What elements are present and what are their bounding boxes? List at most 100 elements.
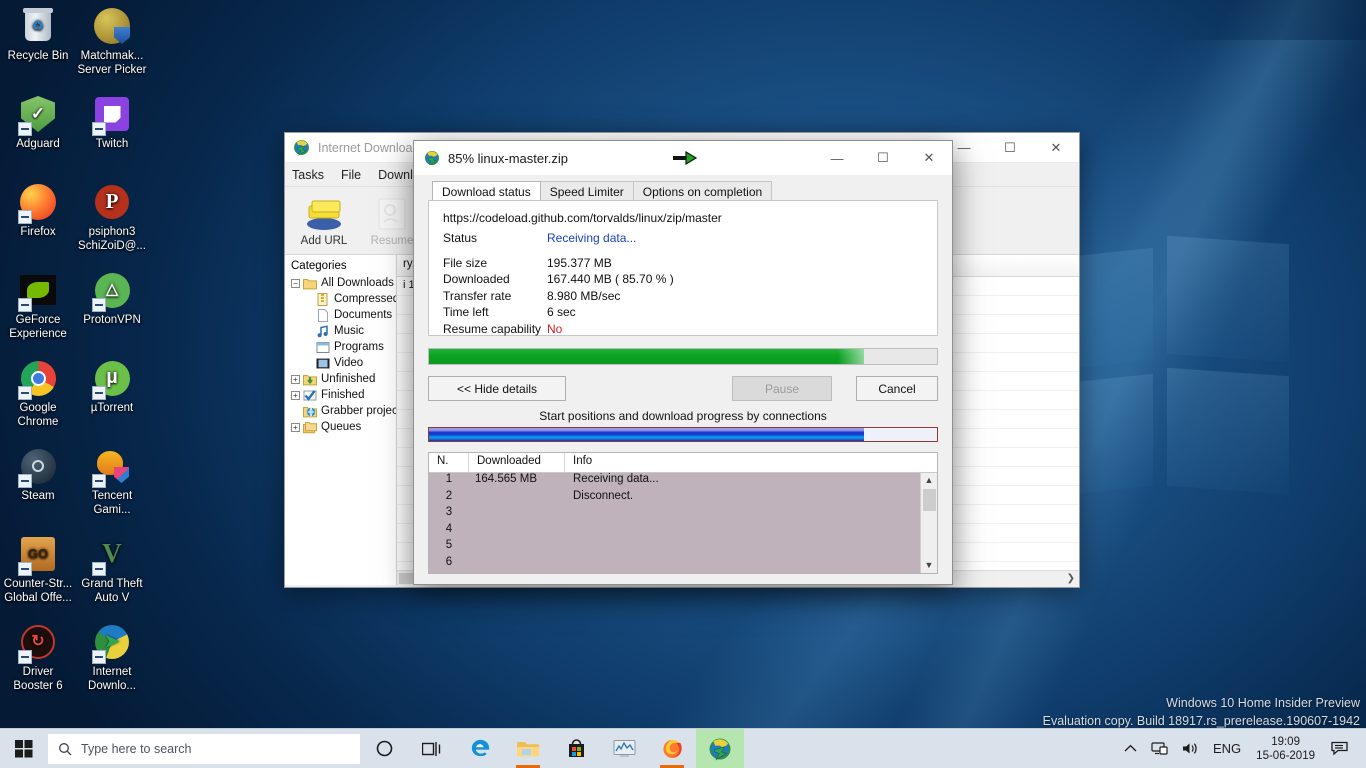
menu-tasks[interactable]: Tasks: [292, 168, 324, 182]
desktop-icon-label: Grand TheftAuto V: [75, 578, 149, 605]
desktop-icon-label: InternetDownlo...: [75, 666, 149, 693]
table-row[interactable]: 5: [429, 539, 920, 556]
idm-globe-icon: [424, 150, 440, 166]
desktop-icon-adguard[interactable]: ✓Adguard: [1, 92, 75, 152]
column-downloaded[interactable]: Downloaded: [469, 453, 565, 472]
cell-number: 1: [429, 473, 469, 490]
table-row[interactable]: 6: [429, 556, 920, 573]
desktop-icon-psiphon3[interactable]: Ppsiphon3SchiZoiD@...: [75, 180, 149, 253]
tab-download-status[interactable]: Download status: [432, 181, 541, 200]
desktop-icon-steam[interactable]: Steam: [1, 444, 75, 504]
desktop-icon-firefox[interactable]: Firefox: [1, 180, 75, 240]
desktop-icon-driver-booster[interactable]: ↻DriverBooster 6: [1, 620, 75, 693]
category-item-finished[interactable]: + Finished: [289, 387, 396, 403]
collapse-icon[interactable]: −: [291, 279, 300, 288]
expand-icon[interactable]: +: [291, 391, 300, 400]
system-tray[interactable]: ENG 19:09 15-06-2019: [1117, 729, 1366, 768]
menu-file[interactable]: File: [341, 168, 361, 182]
cell-downloaded: [469, 539, 565, 556]
dialog-maximize-button[interactable]: ☐: [860, 143, 906, 173]
desktop-icon-geforce-experience[interactable]: GeForceExperience: [1, 268, 75, 341]
download-fields: StatusReceiving data...File size195.377 …: [443, 230, 923, 337]
desktop-icon-matchmaking-server-picker[interactable]: Matchmak...Server Picker: [75, 4, 149, 77]
desktop-icon-utorrent[interactable]: µµTorrent: [75, 356, 149, 416]
connections-table[interactable]: N. Downloaded Info 1164.565 MBReceiving …: [428, 452, 938, 574]
table-row[interactable]: 4: [429, 523, 920, 540]
expand-icon[interactable]: +: [291, 423, 300, 432]
show-hidden-icons-icon[interactable]: [1117, 729, 1144, 768]
cancel-button[interactable]: Cancel: [856, 376, 938, 401]
cell-info: [565, 539, 920, 556]
desktop-icon-grand-theft-auto-v[interactable]: VGrand TheftAuto V: [75, 532, 149, 605]
category-item-music[interactable]: Music: [289, 323, 396, 339]
category-label: Queues: [321, 421, 361, 433]
microsoft-edge-icon[interactable]: [456, 729, 504, 768]
desktop-icon-counter-strike-go[interactable]: GOCounter-Str...Global Offe...: [1, 532, 75, 605]
hide-details-button[interactable]: << Hide details: [428, 376, 566, 401]
category-item-unfinished[interactable]: +Unfinished: [289, 371, 396, 387]
table-row[interactable]: 2Disconnect.: [429, 490, 920, 507]
idm-categories-tree[interactable]: Categories −All DownloadsCompressedDocum…: [285, 255, 397, 585]
category-item-all-downloads[interactable]: −All Downloads: [289, 275, 396, 291]
clock[interactable]: 19:09 15-06-2019: [1248, 735, 1323, 763]
column-info[interactable]: Info: [565, 453, 937, 472]
dialog-titlebar[interactable]: 85% linux-master.zip — ☐ ✕: [414, 141, 952, 175]
cell-number: 2: [429, 490, 469, 507]
task-view-icon[interactable]: [408, 729, 456, 768]
network-icon[interactable]: [1144, 729, 1175, 768]
dialog-minimize-button[interactable]: —: [814, 143, 860, 173]
scroll-right-icon[interactable]: ❯: [1067, 573, 1075, 584]
desktop-icon-twitch[interactable]: Twitch: [75, 92, 149, 152]
internet-download-manager-icon[interactable]: [696, 729, 744, 768]
desktop-icon-protonvpn[interactable]: △ProtonVPN: [75, 268, 149, 328]
table-row[interactable]: 3: [429, 506, 920, 523]
idm-maximize-button[interactable]: ☐: [987, 133, 1033, 163]
idm-close-button[interactable]: ✕: [1033, 133, 1079, 163]
shortcut-overlay-icon: [92, 122, 106, 136]
volume-icon[interactable]: [1175, 729, 1206, 768]
cell-downloaded: [469, 506, 565, 523]
category-item-documents[interactable]: Documents: [289, 307, 396, 323]
column-number[interactable]: N.: [429, 453, 469, 472]
connections-vertical-scrollbar[interactable]: ▲ ▼: [920, 473, 937, 573]
category-item-video[interactable]: Video: [289, 355, 396, 371]
category-item-compressed[interactable]: Compressed: [289, 291, 396, 307]
desktop-icon-tencent-gaming[interactable]: TencentGami...: [75, 444, 149, 517]
dialog-tabs[interactable]: Download statusSpeed LimiterOptions on c…: [414, 175, 952, 200]
connections-rows[interactable]: 1164.565 MBReceiving data...2Disconnect.…: [429, 473, 920, 573]
language-indicator[interactable]: ENG: [1206, 729, 1248, 768]
task-manager-icon[interactable]: [600, 729, 648, 768]
file-explorer-icon[interactable]: [504, 729, 552, 768]
download-status-dialog[interactable]: 85% linux-master.zip — ☐ ✕ Download stat…: [413, 140, 953, 585]
search-input[interactable]: Type here to search: [48, 734, 360, 764]
cell-info: Receiving data...: [565, 473, 920, 490]
desktop-icon-label: GoogleChrome: [1, 402, 75, 429]
tab-options-on-completion[interactable]: Options on completion: [633, 181, 772, 200]
category-item-programs[interactable]: Programs: [289, 339, 396, 355]
green-arrow-icon[interactable]: [673, 150, 699, 166]
dialog-close-button[interactable]: ✕: [906, 143, 952, 173]
chevron-up-icon[interactable]: ▲: [925, 473, 934, 488]
expand-icon[interactable]: +: [291, 375, 300, 384]
desktop-icon-recycle-bin[interactable]: ♻Recycle Bin: [1, 4, 75, 64]
shortcut-overlay-icon: [92, 474, 106, 488]
table-row[interactable]: 1164.565 MBReceiving data...: [429, 473, 920, 490]
category-label: Finished: [321, 389, 364, 401]
category-item-grabber-projects[interactable]: Grabber projects: [289, 403, 396, 419]
category-item-queues[interactable]: + Queues: [289, 419, 396, 435]
cortana-icon[interactable]: [360, 729, 408, 768]
geforce-experience-icon: [14, 268, 62, 312]
desktop-icon-internet-download-manager[interactable]: ➤InternetDownlo...: [75, 620, 149, 693]
desktop-icon-google-chrome[interactable]: GoogleChrome: [1, 356, 75, 429]
scrollbar-thumb[interactable]: [923, 489, 936, 511]
microsoft-store-icon[interactable]: [552, 729, 600, 768]
taskbar[interactable]: Type here to search: [0, 728, 1366, 768]
add-url-button[interactable]: Add URL: [291, 191, 357, 247]
connections-table-body[interactable]: 1164.565 MBReceiving data...2Disconnect.…: [429, 473, 937, 573]
action-center-icon[interactable]: [1323, 729, 1362, 768]
chevron-down-icon[interactable]: ▼: [925, 558, 934, 573]
categories-list[interactable]: −All DownloadsCompressedDocumentsMusicPr…: [289, 275, 396, 435]
windows-start-icon[interactable]: [0, 729, 48, 768]
firefox-icon[interactable]: [648, 729, 696, 768]
tab-speed-limiter[interactable]: Speed Limiter: [540, 181, 634, 200]
